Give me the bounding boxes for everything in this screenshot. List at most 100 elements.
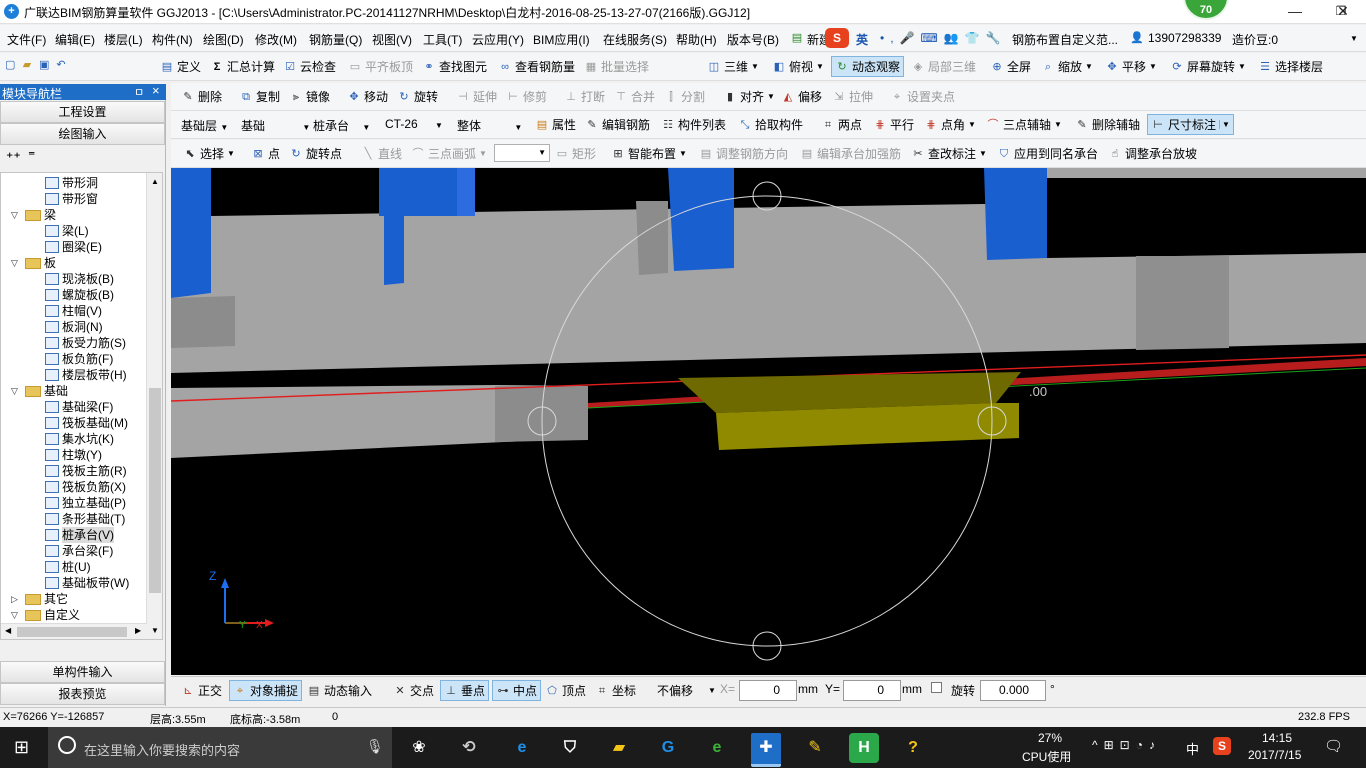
change-label-dropdown[interactable]: ✂ 查改标注 ▼ bbox=[911, 145, 987, 162]
menu-view[interactable]: 视图(V) bbox=[372, 31, 412, 48]
component-select[interactable]: CT-26 ▼ bbox=[385, 117, 443, 131]
minimize-button[interactable]: — bbox=[1272, 0, 1318, 24]
menu-component[interactable]: 构件(N) bbox=[152, 31, 193, 48]
edit-cap-rebar-button[interactable]: ▤ 编辑承台加强筋 bbox=[800, 145, 901, 162]
rotate-angle-input[interactable]: 0.000 bbox=[980, 680, 1046, 701]
menu-file[interactable]: 文件(F) bbox=[7, 31, 46, 48]
pin-icon[interactable]: ㅁ bbox=[134, 84, 144, 100]
rotate-point-button[interactable]: ↻ 旋转点 bbox=[289, 145, 342, 162]
score-badge[interactable]: 70 bbox=[1183, 0, 1229, 20]
clock-time[interactable]: 14:15 bbox=[1262, 731, 1292, 745]
glodon-cloud-icon[interactable]: G bbox=[653, 733, 683, 763]
tree-item[interactable]: 集水坑(K) bbox=[45, 431, 114, 447]
sogou-ime-icon[interactable]: S bbox=[825, 28, 849, 48]
menu-rebar-qty[interactable]: 钢筋量(Q) bbox=[309, 31, 362, 48]
move-button[interactable]: ✥ 移动 bbox=[347, 88, 388, 105]
three-d-dropdown[interactable]: ◫ 三维 ▼ bbox=[707, 58, 759, 75]
point-button[interactable]: ⊠ 点 bbox=[251, 145, 280, 162]
arc-dropdown[interactable]: ⌒ 三点画弧 ▼ bbox=[411, 145, 487, 162]
select-floor-button[interactable]: ☰ 选择楼层 bbox=[1258, 58, 1323, 75]
project-settings-button[interactable]: 工程设置 bbox=[0, 101, 165, 123]
rotate-checkbox[interactable] bbox=[931, 682, 942, 693]
tree-item[interactable]: 基础梁(F) bbox=[45, 399, 113, 415]
store-icon[interactable]: ⛉ bbox=[555, 733, 585, 763]
hscroll-thumb[interactable] bbox=[17, 627, 127, 637]
dynamic-observe-button[interactable]: ↻ 动态观察 bbox=[831, 56, 905, 77]
task-view-icon[interactable]: ❀ bbox=[404, 733, 434, 763]
glodon-gtj-icon[interactable]: H bbox=[849, 733, 879, 763]
fullscreen-button[interactable]: ⊕ 全屏 bbox=[990, 58, 1031, 75]
stretch-button[interactable]: ⇲ 拉伸 bbox=[832, 88, 873, 105]
menu-tools[interactable]: 工具(T) bbox=[423, 31, 462, 48]
intersection-snap[interactable]: ✕ 交点 bbox=[393, 682, 434, 699]
rect-button[interactable]: ▭ 矩形 bbox=[555, 145, 596, 162]
set-grip-button[interactable]: ⌖ 设置夹点 bbox=[890, 88, 955, 105]
menu-draw[interactable]: 绘图(D) bbox=[203, 31, 244, 48]
scroll-thumb[interactable] bbox=[149, 388, 161, 593]
y-offset-input[interactable]: 0 bbox=[843, 680, 901, 701]
windows-start-icon[interactable]: ⊞ bbox=[14, 737, 29, 758]
tree-item[interactable]: 筏板基础(M) bbox=[45, 415, 128, 431]
zoom-dropdown[interactable]: ⌕ 缩放 ▼ bbox=[1041, 58, 1093, 75]
menu-version[interactable]: 版本号(B) bbox=[727, 31, 779, 48]
two-points-axis-button[interactable]: ⌗ 两点 bbox=[821, 116, 862, 133]
close-icon[interactable]: × bbox=[152, 83, 160, 98]
component-list-button[interactable]: ☷ 构件列表 bbox=[661, 116, 726, 133]
menu-help[interactable]: 帮助(H) bbox=[676, 31, 717, 48]
tree-item[interactable]: 柱帽(V) bbox=[45, 303, 102, 319]
collapse-icon[interactable]: ▽ bbox=[11, 607, 18, 623]
midpoint-snap[interactable]: ⊶ 中点 bbox=[492, 680, 542, 701]
menu-dropdown-icon[interactable]: ▼ bbox=[1350, 34, 1358, 43]
level-slab-button[interactable]: ▭ 平齐板顶 bbox=[348, 58, 413, 75]
screen-rotate-dropdown[interactable]: ⟳ 屏幕旋转 ▼ bbox=[1170, 58, 1246, 75]
file-actions[interactable]: ▢ ▰ ▣ ↶ bbox=[5, 58, 70, 72]
tree-group[interactable]: ▽ 梁 bbox=[11, 207, 56, 223]
expand-all-icon[interactable]: ⁺⁺ bbox=[6, 149, 21, 166]
collapse-icon[interactable]: ▽ bbox=[11, 383, 18, 399]
tree-hscrollbar[interactable]: ◀ ▶ bbox=[1, 623, 147, 639]
collapse-all-icon[interactable]: ⁼ bbox=[28, 147, 35, 164]
sogou-tray-icon[interactable]: S bbox=[1213, 737, 1231, 755]
top-view-dropdown[interactable]: ◧ 俯视 ▼ bbox=[772, 58, 824, 75]
object-snap-toggle[interactable]: ⌖ 对象捕捉 bbox=[229, 680, 303, 701]
tree-scrollbar[interactable]: ▲ ▼ bbox=[146, 173, 162, 639]
property-button[interactable]: ▤ 属性 bbox=[535, 116, 576, 133]
tree-item[interactable]: 筏板主筋(R) bbox=[45, 463, 127, 479]
tree-item[interactable]: 桩承台(V) bbox=[45, 527, 114, 543]
floor-select[interactable]: 基础层 ▼ bbox=[181, 117, 228, 134]
local-3d-button[interactable]: ◈ 局部三维 bbox=[911, 58, 976, 75]
edge-icon[interactable]: e bbox=[507, 733, 537, 763]
split-button[interactable]: ⫿ 分割 bbox=[664, 88, 705, 105]
scroll-up-icon[interactable]: ▲ bbox=[151, 177, 159, 186]
3d-viewport[interactable]: .00 Z Y X bbox=[171, 168, 1366, 675]
find-element-button[interactable]: ⚭ 查找图元 bbox=[422, 58, 487, 75]
ime-mode-label[interactable]: 英 bbox=[856, 31, 868, 48]
collapse-icon[interactable]: ▽ bbox=[11, 255, 18, 271]
single-component-input-button[interactable]: 单构件输入 bbox=[0, 661, 165, 683]
tree-item[interactable]: 条形基础(T) bbox=[45, 511, 125, 527]
tree-item[interactable]: 承台梁(F) bbox=[45, 543, 113, 559]
tree-item[interactable]: 现浇板(B) bbox=[45, 271, 114, 287]
break-button[interactable]: ⊥ 打断 bbox=[564, 88, 605, 105]
microphone-icon[interactable]: 🎙 bbox=[366, 738, 384, 755]
close-button[interactable]: ✕ bbox=[1320, 0, 1366, 24]
point-angle-button[interactable]: ⋕ 点角 ▼ bbox=[924, 116, 976, 133]
tree-item[interactable]: 带形洞 bbox=[45, 175, 98, 191]
menu-online[interactable]: 在线服务(S) bbox=[603, 31, 667, 48]
tree-item[interactable]: 柱墩(Y) bbox=[45, 447, 102, 463]
tree-item[interactable]: 螺旋板(B) bbox=[45, 287, 114, 303]
delete-button[interactable]: ✎ 删除 bbox=[181, 88, 222, 105]
tree-group[interactable]: ▷ 其它 bbox=[11, 591, 68, 607]
3d-scene[interactable]: .00 Z Y X bbox=[171, 168, 1366, 675]
align-dropdown[interactable]: ▮ 对齐 ▼ bbox=[723, 88, 775, 105]
menu-modify[interactable]: 修改(M) bbox=[255, 31, 297, 48]
pick-component-button[interactable]: ⤡ 拾取构件 bbox=[738, 116, 803, 133]
expand-icon[interactable]: ▷ bbox=[11, 591, 18, 607]
shape-combo[interactable]: ▼ bbox=[494, 144, 550, 162]
browser-360-safe-icon[interactable]: e bbox=[702, 733, 732, 763]
scroll-left-icon[interactable]: ◀ bbox=[5, 626, 11, 635]
ime-toolbar-icons[interactable]: •,🎤⌨👥👕🔧 bbox=[880, 31, 1007, 45]
offset-mode-select[interactable]: 不偏移 ▼ bbox=[657, 682, 716, 699]
drawing-input-button[interactable]: 绘图输入 bbox=[0, 123, 165, 145]
browser-360-icon[interactable]: ⟲ bbox=[454, 733, 484, 763]
